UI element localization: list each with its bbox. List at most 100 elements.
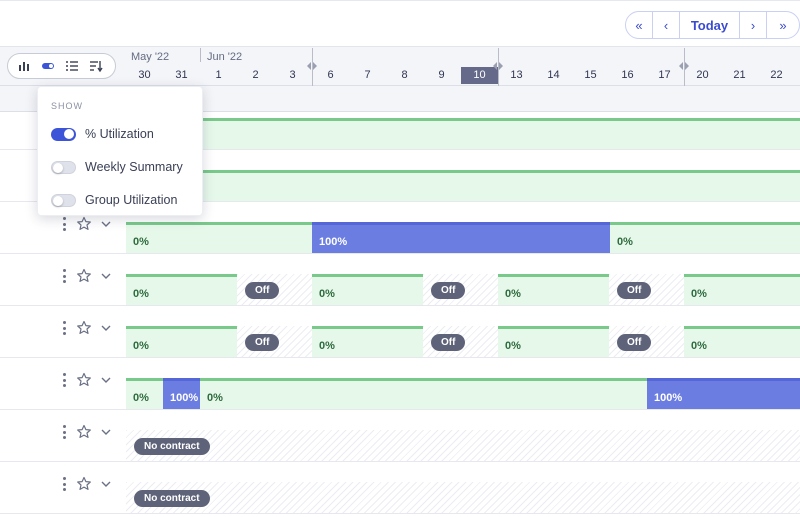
resource-row: No contract [0,410,800,462]
day-cell: 7 [364,69,371,81]
more-options-icon[interactable] [60,476,68,492]
off-badge: Off [617,282,652,299]
day-cell: 14 [547,69,560,81]
week-marker-icon [679,62,689,70]
day-cell: 20 [696,69,709,81]
list-icon[interactable] [64,58,80,74]
booked-segment: 100% [163,378,200,409]
weekly-summary-toggle[interactable] [51,160,76,174]
option-label: Group Utilization [85,193,178,207]
no-contract-badge: No contract [134,438,210,455]
star-icon[interactable] [76,268,92,284]
day-cell: 6 [327,69,334,81]
option-group-utilization[interactable]: Group Utilization [51,193,177,207]
day-cell: 2 [252,69,259,81]
chevron-down-icon[interactable] [100,374,112,386]
resource-row: 0% 100% 0% 100% [0,358,800,410]
date-navigation: « ‹ Today › » [625,11,800,39]
utilization-segment: 0% [312,326,423,357]
star-icon[interactable] [76,216,92,232]
chevron-down-icon[interactable] [100,218,112,230]
last-page-button[interactable]: » [767,12,799,38]
day-cell: 31 [175,69,188,81]
no-contract-segment [126,482,800,513]
double-chevron-left-icon: « [635,17,643,33]
view-toggle-group [7,53,116,79]
day-cell: 21 [733,69,746,81]
utilization-segment: 0% [610,222,800,253]
sort-icon[interactable] [88,58,104,74]
option-label: Weekly Summary [85,160,183,174]
utilization-toggle[interactable] [51,127,76,141]
day-cell: 22 [770,69,783,81]
toggle-icon[interactable] [40,58,56,74]
utilization-bar [126,170,800,201]
star-icon[interactable] [76,372,92,388]
utilization-segment: 0% [200,378,647,409]
off-badge: Off [245,282,280,299]
star-icon[interactable] [76,476,92,492]
popover-header: SHOW [51,101,83,111]
row-actions [60,268,112,284]
star-icon[interactable] [76,424,92,440]
resource-row: No contract [0,462,800,514]
day-cell: 16 [621,69,634,81]
utilization-segment: 0% [498,326,609,357]
chevron-down-icon[interactable] [100,270,112,282]
utilization-bar [126,118,800,149]
chevron-down-icon[interactable] [100,478,112,490]
resource-row: 0% Off 0% Off 0% Off 0% [0,306,800,358]
day-cell: 3 [289,69,296,81]
option-weekly-summary[interactable]: Weekly Summary [51,160,183,174]
off-badge: Off [431,282,466,299]
utilization-segment: 0% [126,378,163,409]
option-utilization[interactable]: % Utilization [51,127,154,141]
off-badge: Off [617,334,652,351]
chevron-down-icon[interactable] [100,426,112,438]
day-cell: 15 [584,69,597,81]
first-page-button[interactable]: « [626,12,653,38]
day-cell: 30 [138,69,151,81]
today-button[interactable]: Today [680,12,740,38]
group-utilization-toggle[interactable] [51,193,76,207]
row-actions [60,476,112,492]
row-actions [60,372,112,388]
utilization-segment: 0% [312,274,423,305]
utilization-segment: 0% [498,274,609,305]
no-contract-badge: No contract [134,490,210,507]
off-badge: Off [245,334,280,351]
row-actions [60,320,112,336]
row-actions [60,216,112,232]
booked-segment: 100% [312,222,610,253]
show-options-popover: SHOW % Utilization Weekly Summary Group … [37,86,203,216]
utilization-segment: 0% [126,222,312,253]
booked-segment: 100% [647,378,800,409]
star-icon[interactable] [76,320,92,336]
more-options-icon[interactable] [60,372,68,388]
chevron-right-icon: › [750,17,756,33]
month-divider [200,48,201,62]
day-cell: 8 [401,69,408,81]
utilization-segment: 0% [684,326,800,357]
top-bar: « ‹ Today › » [0,0,800,46]
more-options-icon[interactable] [60,268,68,284]
day-cell: 17 [658,69,671,81]
day-cell: 13 [510,69,523,81]
utilization-segment: 0% [126,326,237,357]
chevron-down-icon[interactable] [100,322,112,334]
month-label-may: May '22 [131,51,170,63]
no-contract-segment [126,430,800,461]
utilization-segment: 0% [126,274,237,305]
row-actions [60,424,112,440]
week-marker-icon [307,62,317,70]
day-cell: 1 [215,69,222,81]
day-cell: 9 [438,69,445,81]
more-options-icon[interactable] [60,424,68,440]
resource-row: 0% Off 0% Off 0% Off 0% [0,254,800,306]
more-options-icon[interactable] [60,216,68,232]
next-button[interactable]: › [740,12,767,38]
more-options-icon[interactable] [60,320,68,336]
bar-chart-icon[interactable] [16,58,32,74]
double-chevron-right-icon: » [779,17,787,33]
prev-button[interactable]: ‹ [653,12,680,38]
